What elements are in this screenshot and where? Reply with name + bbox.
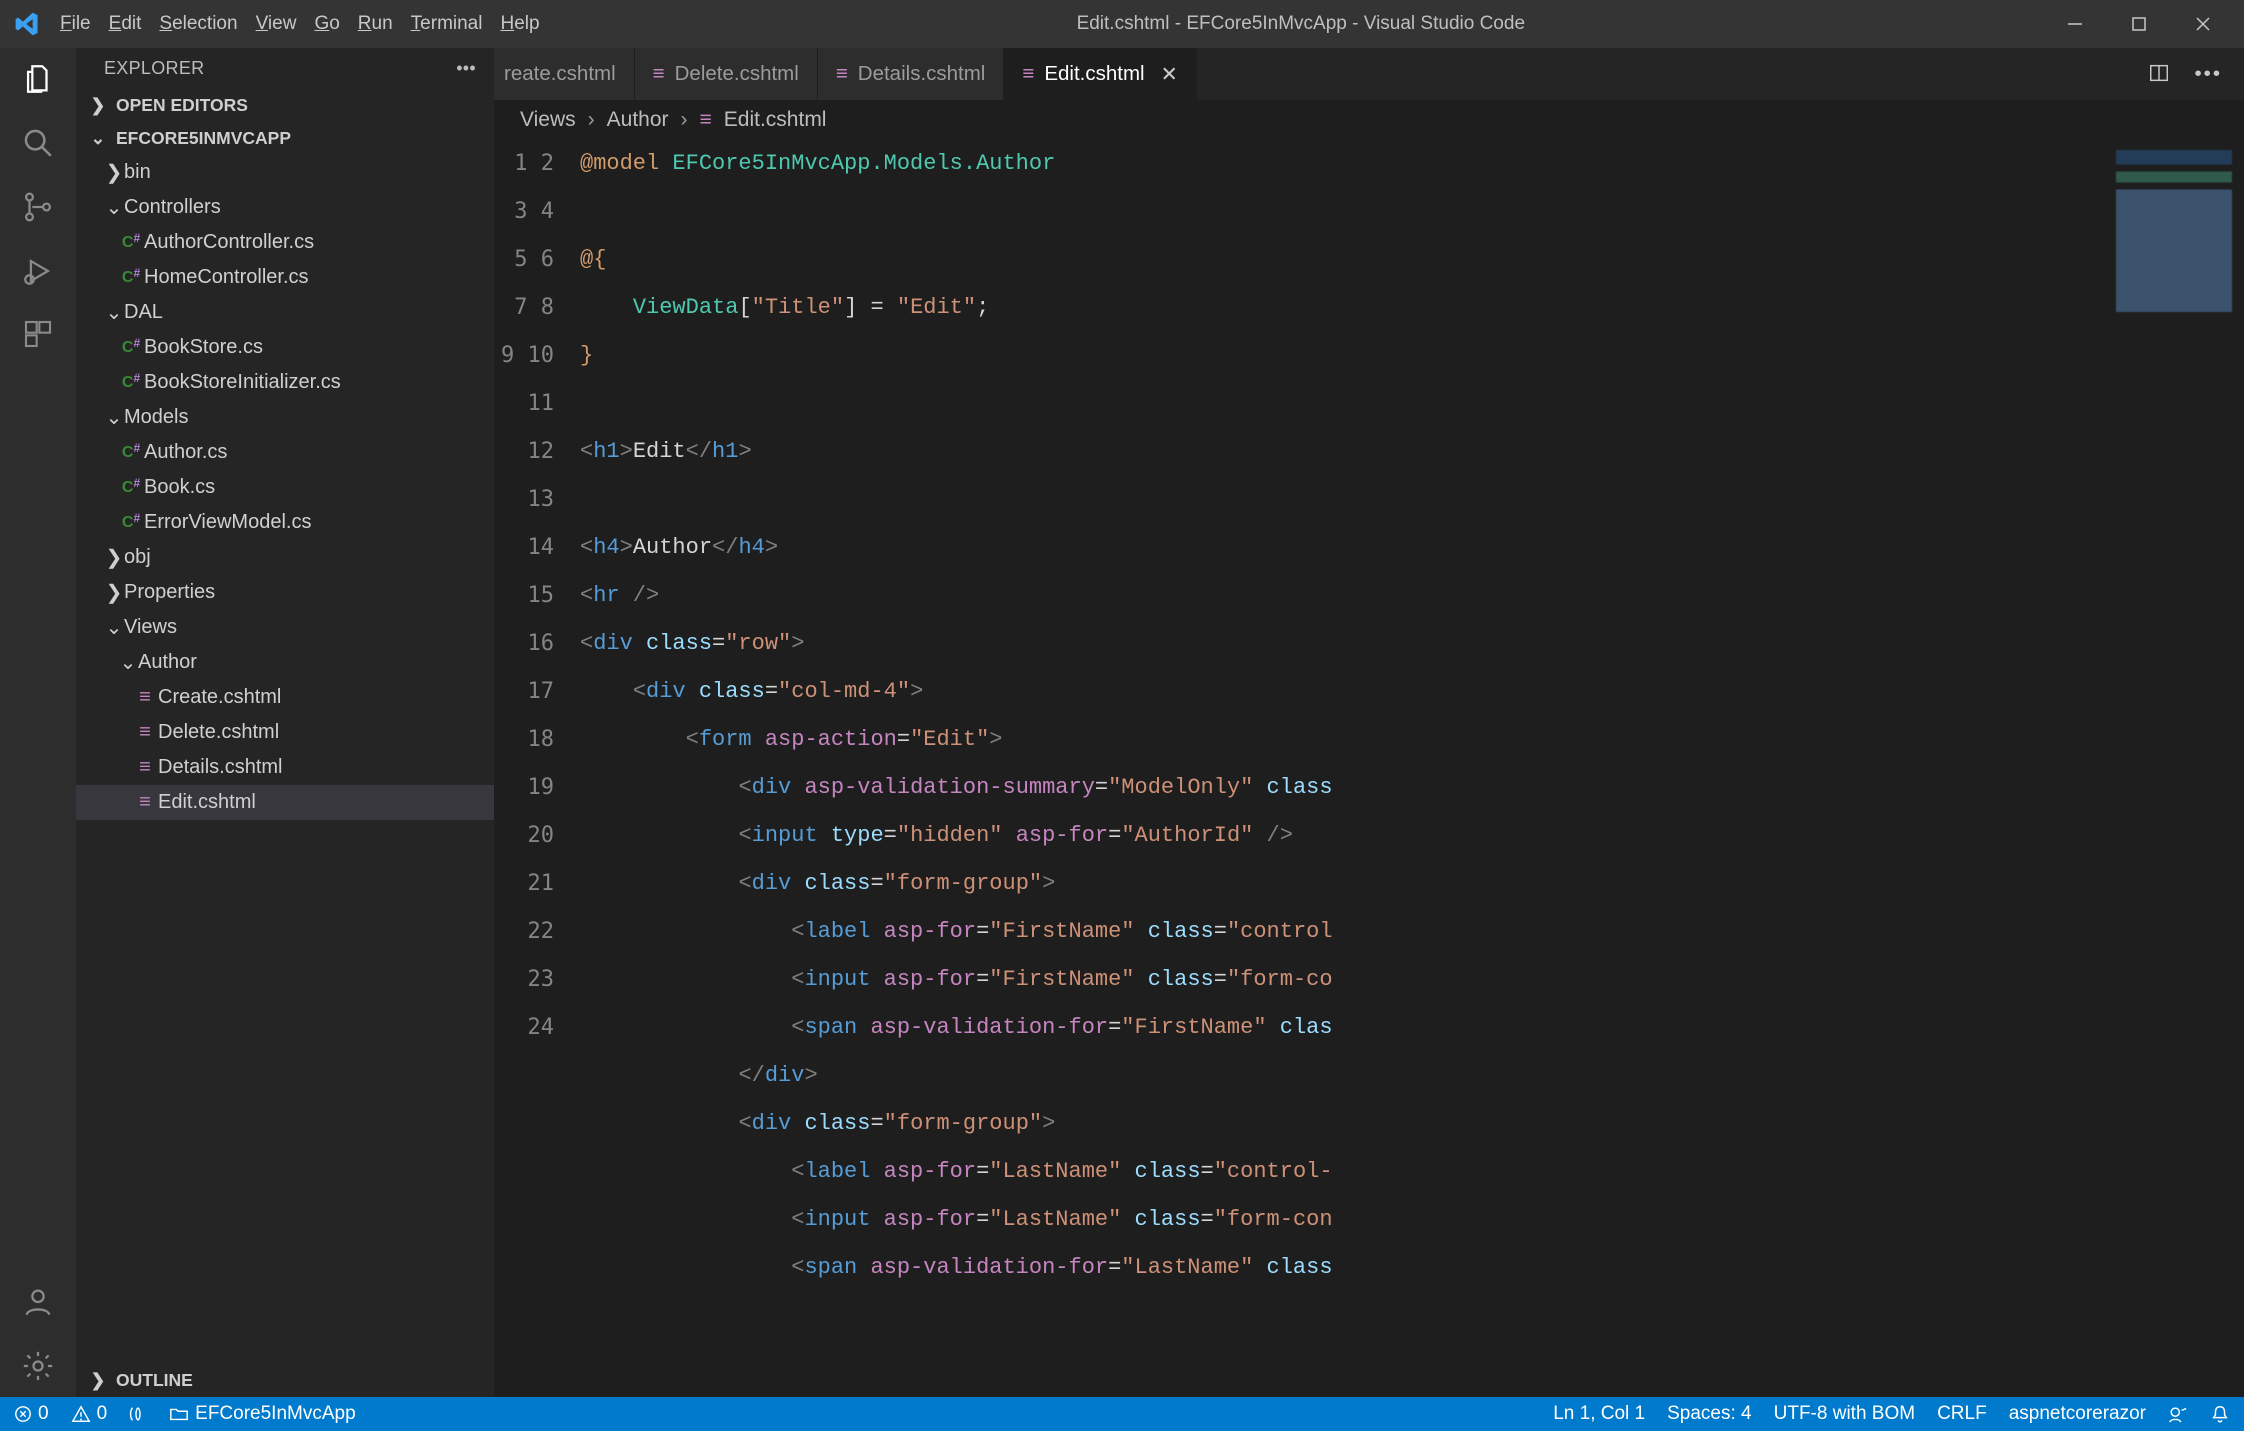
- window-maximize-icon[interactable]: [2126, 15, 2152, 33]
- status-spaces[interactable]: Spaces: 4: [1667, 1403, 1752, 1425]
- file-book[interactable]: C#Book.cs: [76, 470, 494, 505]
- folder-models[interactable]: ⌄Models: [76, 400, 494, 435]
- status-bar: 0 0 EFCore5InMvcApp Ln 1, Col 1 Spaces: …: [0, 1397, 2244, 1431]
- line-number-gutter: 1 2 3 4 5 6 7 8 9 10 11 12 13 14 15 16 1…: [494, 140, 572, 1397]
- menu-help[interactable]: Help: [500, 13, 539, 35]
- tab-create[interactable]: reate.cshtml: [494, 48, 635, 100]
- section-project[interactable]: ⌄EFCORE5INMVCAPP: [76, 122, 494, 155]
- sidebar-title: EXPLORER: [104, 58, 204, 79]
- folder-views-author[interactable]: ⌄Author: [76, 645, 494, 680]
- file-authorcontroller[interactable]: C#AuthorController.cs: [76, 225, 494, 260]
- tab-close-icon[interactable]: ✕: [1161, 62, 1178, 87]
- search-icon[interactable]: [21, 126, 55, 160]
- explorer-icon[interactable]: [21, 62, 55, 96]
- file-edit-cshtml[interactable]: ≡Edit.cshtml: [76, 785, 494, 820]
- status-encoding[interactable]: UTF-8 with BOM: [1774, 1403, 1915, 1425]
- editor-tabs: reate.cshtml ≡Delete.cshtml ≡Details.csh…: [494, 48, 2244, 100]
- menu-view[interactable]: View: [256, 13, 297, 35]
- status-language[interactable]: aspnetcorerazor: [2009, 1403, 2146, 1425]
- section-outline[interactable]: ❯OUTLINE: [76, 1364, 494, 1397]
- folder-controllers[interactable]: ⌄Controllers: [76, 190, 494, 225]
- split-editor-icon[interactable]: [2148, 62, 2170, 86]
- folder-bin[interactable]: ❯bin: [76, 155, 494, 190]
- status-errors[interactable]: 0: [14, 1403, 49, 1425]
- folder-properties[interactable]: ❯Properties: [76, 575, 494, 610]
- tab-delete[interactable]: ≡Delete.cshtml: [635, 48, 818, 100]
- window-title: Edit.cshtml - EFCore5InMvcApp - Visual S…: [540, 13, 2062, 35]
- status-ports-icon[interactable]: [129, 1405, 147, 1423]
- minimap[interactable]: [2104, 140, 2244, 1397]
- extensions-icon[interactable]: [22, 318, 54, 350]
- source-control-icon[interactable]: [21, 190, 55, 224]
- menu-file[interactable]: File: [60, 13, 91, 35]
- status-feedback-icon[interactable]: [2168, 1404, 2188, 1424]
- file-homecontroller[interactable]: C#HomeController.cs: [76, 260, 494, 295]
- editor-area: reate.cshtml ≡Delete.cshtml ≡Details.csh…: [494, 48, 2244, 1397]
- menu-terminal[interactable]: Terminal: [411, 13, 483, 35]
- window-minimize-icon[interactable]: [2062, 15, 2088, 33]
- file-create-cshtml[interactable]: ≡Create.cshtml: [76, 680, 494, 715]
- folder-obj[interactable]: ❯obj: [76, 540, 494, 575]
- settings-gear-icon[interactable]: [21, 1349, 55, 1383]
- file-errorviewmodel[interactable]: C#ErrorViewModel.cs: [76, 505, 494, 540]
- status-folder[interactable]: EFCore5InMvcApp: [169, 1403, 356, 1425]
- file-delete-cshtml[interactable]: ≡Delete.cshtml: [76, 715, 494, 750]
- vscode-logo-icon: [8, 11, 46, 37]
- folder-views[interactable]: ⌄Views: [76, 610, 494, 645]
- file-bookstoreinitializer[interactable]: C#BookStoreInitializer.cs: [76, 365, 494, 400]
- file-details-cshtml[interactable]: ≡Details.cshtml: [76, 750, 494, 785]
- status-warnings[interactable]: 0: [71, 1403, 108, 1425]
- status-bell-icon[interactable]: [2210, 1404, 2230, 1424]
- window-close-icon[interactable]: [2190, 15, 2216, 33]
- sidebar-more-icon[interactable]: •••: [456, 58, 476, 79]
- menu-selection[interactable]: Selection: [159, 13, 237, 35]
- folder-dal[interactable]: ⌄DAL: [76, 295, 494, 330]
- accounts-icon[interactable]: [21, 1285, 55, 1319]
- title-bar: File Edit Selection View Go Run Terminal…: [0, 0, 2244, 48]
- activity-bar: [0, 48, 76, 1397]
- main-menu: File Edit Selection View Go Run Terminal…: [46, 13, 540, 35]
- breadcrumb[interactable]: Views› Author› ≡Edit.cshtml: [494, 100, 2244, 140]
- tab-edit[interactable]: ≡Edit.cshtml ✕: [1004, 48, 1196, 100]
- explorer-sidebar: EXPLORER ••• ❯OPEN EDITORS ⌄EFCORE5INMVC…: [76, 48, 494, 1397]
- menu-edit[interactable]: Edit: [109, 13, 142, 35]
- menu-run[interactable]: Run: [358, 13, 393, 35]
- editor-more-icon[interactable]: •••: [2194, 62, 2222, 86]
- menu-go[interactable]: Go: [314, 13, 339, 35]
- code-editor[interactable]: @model EFCore5InMvcApp.Models.Author @{ …: [572, 140, 2104, 1397]
- status-cursor[interactable]: Ln 1, Col 1: [1553, 1403, 1645, 1425]
- tab-details[interactable]: ≡Details.cshtml: [818, 48, 1005, 100]
- run-debug-icon[interactable]: [21, 254, 55, 288]
- status-eol[interactable]: CRLF: [1937, 1403, 1987, 1425]
- section-open-editors[interactable]: ❯OPEN EDITORS: [76, 89, 494, 122]
- file-bookstore[interactable]: C#BookStore.cs: [76, 330, 494, 365]
- file-tree: ❯bin ⌄Controllers C#AuthorController.cs …: [76, 155, 494, 1364]
- file-author[interactable]: C#Author.cs: [76, 435, 494, 470]
